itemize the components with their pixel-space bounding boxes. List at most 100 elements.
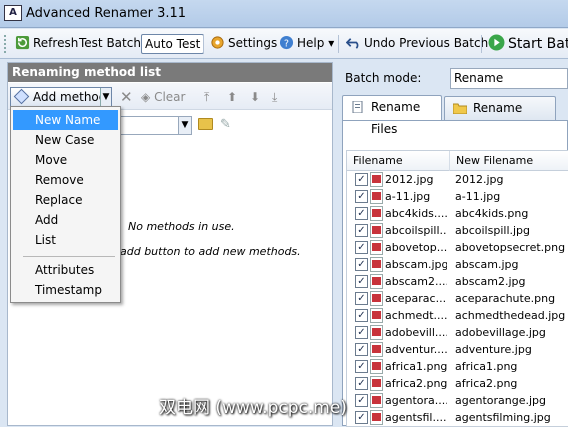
move-down-icon[interactable]: ⬇: [250, 88, 260, 106]
checkbox[interactable]: ✓: [355, 241, 368, 254]
column-header-filename[interactable]: Filename: [347, 151, 450, 171]
move-top-icon[interactable]: ⤒: [204, 88, 209, 106]
filename-cell: agentsfil....: [385, 411, 447, 424]
new-filename-cell: abscam.jpg: [455, 258, 519, 271]
renamer-logo-icon: A: [4, 5, 22, 21]
title-bar: A Advanced Renamer 3.11: [0, 0, 568, 28]
window-title: Advanced Renamer 3.11: [26, 6, 187, 21]
clear-methods-button[interactable]: ◈ Clear: [141, 88, 185, 106]
menu-item-add[interactable]: Add: [13, 210, 118, 230]
filename-cell: achmedt....: [385, 309, 447, 322]
method-preset-select[interactable]: ▼: [120, 116, 192, 135]
menu-item-timestamp[interactable]: Timestamp: [13, 280, 118, 300]
table-row[interactable]: ✓ 2012.jpg 2012.jpg: [347, 171, 568, 188]
table-row[interactable]: ✓ abscam.jpg abscam.jpg: [347, 256, 568, 273]
delete-method-icon[interactable]: ✕: [120, 88, 133, 106]
menu-item-move[interactable]: Move: [13, 150, 118, 170]
table-row[interactable]: ✓ adventur.... adventure.jpg: [347, 341, 568, 358]
checkbox[interactable]: ✓: [355, 207, 368, 220]
new-filename-cell: aceparachute.png: [455, 292, 556, 305]
table-row[interactable]: ✓ achmedt.... achmedthedead.jpg: [347, 307, 568, 324]
renaming-method-list-header: Renaming method list: [8, 63, 332, 82]
table-row[interactable]: ✓ abcoilspill.... abcoilspill.jpg: [347, 222, 568, 239]
checkbox[interactable]: ✓: [355, 258, 368, 271]
menu-item-new-case[interactable]: New Case: [13, 130, 118, 150]
start-batch-button[interactable]: Start Batch: [485, 34, 568, 54]
settings-button[interactable]: Settings: [207, 34, 280, 54]
checkbox[interactable]: ✓: [355, 190, 368, 203]
checkbox[interactable]: ✓: [355, 394, 368, 407]
image-file-icon: [370, 274, 383, 289]
start-batch-label: Start Batch: [508, 36, 568, 52]
menu-separator: [23, 256, 115, 257]
checkbox[interactable]: ✓: [355, 326, 368, 339]
chevron-down-icon: ▼: [178, 117, 191, 134]
filename-cell: 2012.jpg: [385, 173, 434, 186]
tab-rename-folders[interactable]: Rename Folders: [444, 96, 556, 137]
file-tabs: Rename Files Rename Folders: [342, 95, 568, 137]
new-filename-cell: adventure.jpg: [455, 343, 532, 356]
image-file-icon: [370, 291, 383, 306]
menu-item-list[interactable]: List: [13, 230, 118, 250]
toolbar-grip[interactable]: [4, 35, 7, 53]
checkbox[interactable]: ✓: [355, 411, 368, 424]
table-row[interactable]: ✓ africa1.png africa1.png: [347, 358, 568, 375]
table-row[interactable]: ✓ aceparac.... aceparachute.png: [347, 290, 568, 307]
new-filename-cell: abovetopsecret.png: [455, 241, 566, 254]
settings-label: Settings: [228, 36, 278, 50]
test-batch-label: Test Batch: [79, 36, 141, 50]
new-filename-cell: a-11.jpg: [455, 190, 501, 203]
menu-item-replace[interactable]: Replace: [13, 190, 118, 210]
add-methods-hint: add button to add new methods.: [120, 245, 301, 258]
checkbox[interactable]: ✓: [355, 309, 368, 322]
filename-cell: abcoilspill....: [385, 224, 447, 237]
auto-test-label: Auto Test: [145, 37, 201, 51]
column-header-new-filename[interactable]: New Filename: [450, 151, 568, 171]
save-preset-icon[interactable]: ✎: [220, 117, 231, 132]
table-row[interactable]: ✓ a-11.jpg a-11.jpg: [347, 188, 568, 205]
move-up-icon[interactable]: ⬆: [227, 88, 237, 106]
file-rows: ✓ 2012.jpg 2012.jpg ✓ a-11.jpg a-11.jpg ✓ abc4k…: [347, 171, 568, 426]
chevron-down-icon[interactable]: ▼: [100, 88, 111, 106]
filename-cell: adobevill....: [385, 326, 447, 339]
undo-previous-batch-button[interactable]: Undo Previous Batch: [343, 34, 491, 54]
menu-item-new-name[interactable]: New Name: [13, 110, 118, 130]
gear-icon: [211, 36, 224, 49]
auto-test-button[interactable]: Auto Test: [141, 34, 205, 54]
table-row[interactable]: ✓ abscam2.... abscam2.jpg: [347, 273, 568, 290]
add-method-button[interactable]: Add method ▼: [10, 87, 112, 107]
filename-cell: agentora....: [385, 394, 447, 407]
image-file-icon: [370, 223, 383, 238]
image-file-icon: [370, 308, 383, 323]
help-dropdown-arrow: ▾: [328, 36, 335, 50]
move-bottom-icon[interactable]: ⤓: [272, 88, 277, 106]
table-row[interactable]: ✓ abc4kids.... abc4kids.png: [347, 205, 568, 222]
checkbox[interactable]: ✓: [355, 224, 368, 237]
checkbox[interactable]: ✓: [355, 343, 368, 356]
filename-cell: abc4kids....: [385, 207, 447, 220]
filename-cell: abovetop....: [385, 241, 447, 254]
menu-item-attributes[interactable]: Attributes: [13, 260, 118, 280]
add-method-label: Add method: [33, 90, 107, 104]
checkbox[interactable]: ✓: [355, 173, 368, 186]
help-button[interactable]: ? Help ▾: [276, 34, 337, 54]
table-row[interactable]: ✓ africa2.png africa2.png: [347, 375, 568, 392]
tab-rename-files[interactable]: Rename Files: [342, 95, 442, 136]
test-batch-button[interactable]: Test Batch: [76, 34, 144, 54]
batch-mode-select[interactable]: Rename: [450, 68, 568, 89]
checkbox[interactable]: ✓: [355, 292, 368, 305]
table-row[interactable]: ✓ agentora.... agentorange.jpg: [347, 392, 568, 409]
checkbox[interactable]: ✓: [355, 360, 368, 373]
menu-item-remove[interactable]: Remove: [13, 170, 118, 190]
refresh-button[interactable]: Refresh: [12, 34, 81, 54]
toolbar-separator: [203, 35, 204, 53]
checkbox[interactable]: ✓: [355, 275, 368, 288]
file-icon: [352, 101, 363, 113]
open-folder-icon[interactable]: [198, 118, 213, 130]
table-row[interactable]: ✓ abovetop.... abovetopsecret.png: [347, 239, 568, 256]
files-panel: Batch mode: Rename Rename Files Rename F…: [335, 62, 568, 427]
table-row[interactable]: ✓ adobevill.... adobevillage.jpg: [347, 324, 568, 341]
image-file-icon: [370, 189, 383, 204]
table-row[interactable]: ✓ agentsfil.... agentsfilming.jpg: [347, 409, 568, 426]
checkbox[interactable]: ✓: [355, 377, 368, 390]
